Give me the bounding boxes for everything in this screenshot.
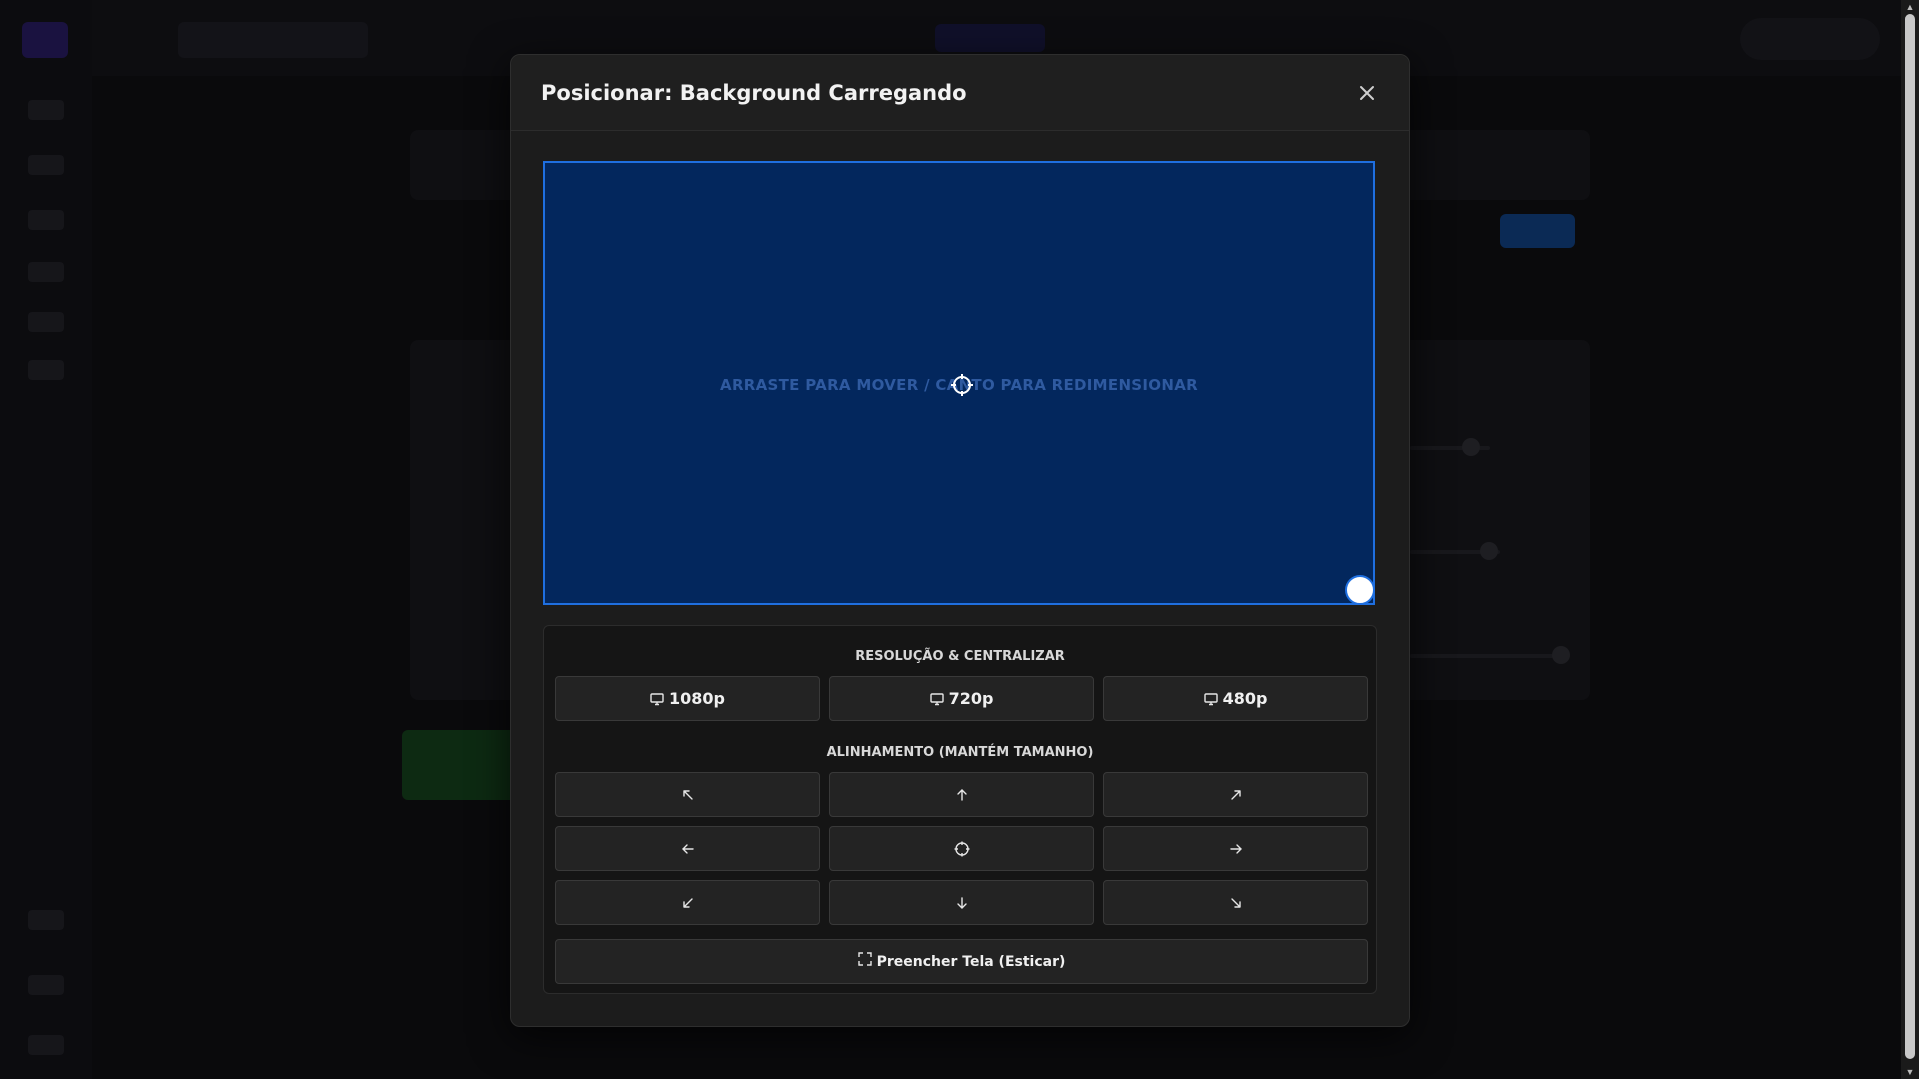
arrow-down-icon: [956, 896, 967, 909]
background-search: [178, 22, 368, 58]
arrow-up-left-icon: [682, 789, 693, 800]
background-user-menu: [1740, 18, 1880, 60]
arrow-right-icon: [1229, 843, 1242, 854]
arrow-down-right-icon: [1230, 897, 1241, 908]
monitor-icon: [650, 692, 664, 705]
align-top-right-button[interactable]: [1103, 772, 1368, 817]
scroll-down-icon[interactable]: ▼: [1901, 1065, 1919, 1079]
arrow-down-left-icon: [682, 897, 693, 908]
resolution-label: 1080p: [669, 689, 725, 708]
align-right-button[interactable]: [1103, 826, 1368, 871]
monitor-icon: [1203, 692, 1218, 705]
background-button: [1500, 214, 1575, 248]
background-brand: [935, 24, 1045, 52]
position-preview-area[interactable]: ARRASTE PARA MOVER / CANTO PARA REDIMENS…: [543, 161, 1375, 605]
arrow-up-right-icon: [1230, 789, 1241, 800]
alignment-section-label: ALINHAMENTO (MANTÉM TAMANHO): [826, 745, 1094, 760]
align-bottom-right-button[interactable]: [1103, 880, 1368, 925]
resolution-section-label: RESOLUÇÃO & CENTRALIZAR: [855, 649, 1065, 664]
background-logo: [22, 22, 68, 58]
scrollbar-thumb[interactable]: [1905, 14, 1915, 1059]
close-icon: [1360, 86, 1374, 100]
background-sidebar: [0, 0, 92, 1079]
resize-handle[interactable]: [1345, 575, 1375, 605]
fill-screen-label: Preencher Tela (Esticar): [876, 953, 1066, 970]
background-button: [402, 730, 522, 800]
crosshair-icon: [954, 841, 969, 856]
close-button[interactable]: [1355, 81, 1379, 105]
modal-title: Posicionar: Background Carregando: [541, 81, 967, 105]
scroll-up-icon[interactable]: ▲: [1901, 0, 1919, 14]
align-center-button[interactable]: [829, 826, 1094, 871]
page-scrollbar[interactable]: ▲ ▼: [1901, 0, 1919, 1079]
crosshair-icon: [951, 374, 973, 396]
resolution-1080p-button[interactable]: 1080p: [555, 676, 820, 721]
align-bottom-button[interactable]: [829, 880, 1094, 925]
resolution-480p-button[interactable]: 480p: [1103, 676, 1368, 721]
arrow-left-icon: [681, 843, 694, 854]
modal-header: Posicionar: Background Carregando: [511, 55, 1409, 131]
resolution-label: 720p: [948, 689, 994, 708]
arrow-up-icon: [956, 788, 967, 801]
align-top-button[interactable]: [829, 772, 1094, 817]
resolution-label: 480p: [1222, 689, 1268, 708]
align-bottom-left-button[interactable]: [555, 880, 820, 925]
align-top-left-button[interactable]: [555, 772, 820, 817]
expand-icon: [857, 951, 872, 966]
align-left-button[interactable]: [555, 826, 820, 871]
fill-screen-button[interactable]: Preencher Tela (Esticar): [555, 939, 1368, 984]
controls-panel: RESOLUÇÃO & CENTRALIZAR 1080p 720p 480p …: [543, 625, 1377, 994]
position-modal: Posicionar: Background Carregando ARRAST…: [510, 54, 1410, 1027]
monitor-icon: [929, 692, 944, 705]
resolution-720p-button[interactable]: 720p: [829, 676, 1094, 721]
